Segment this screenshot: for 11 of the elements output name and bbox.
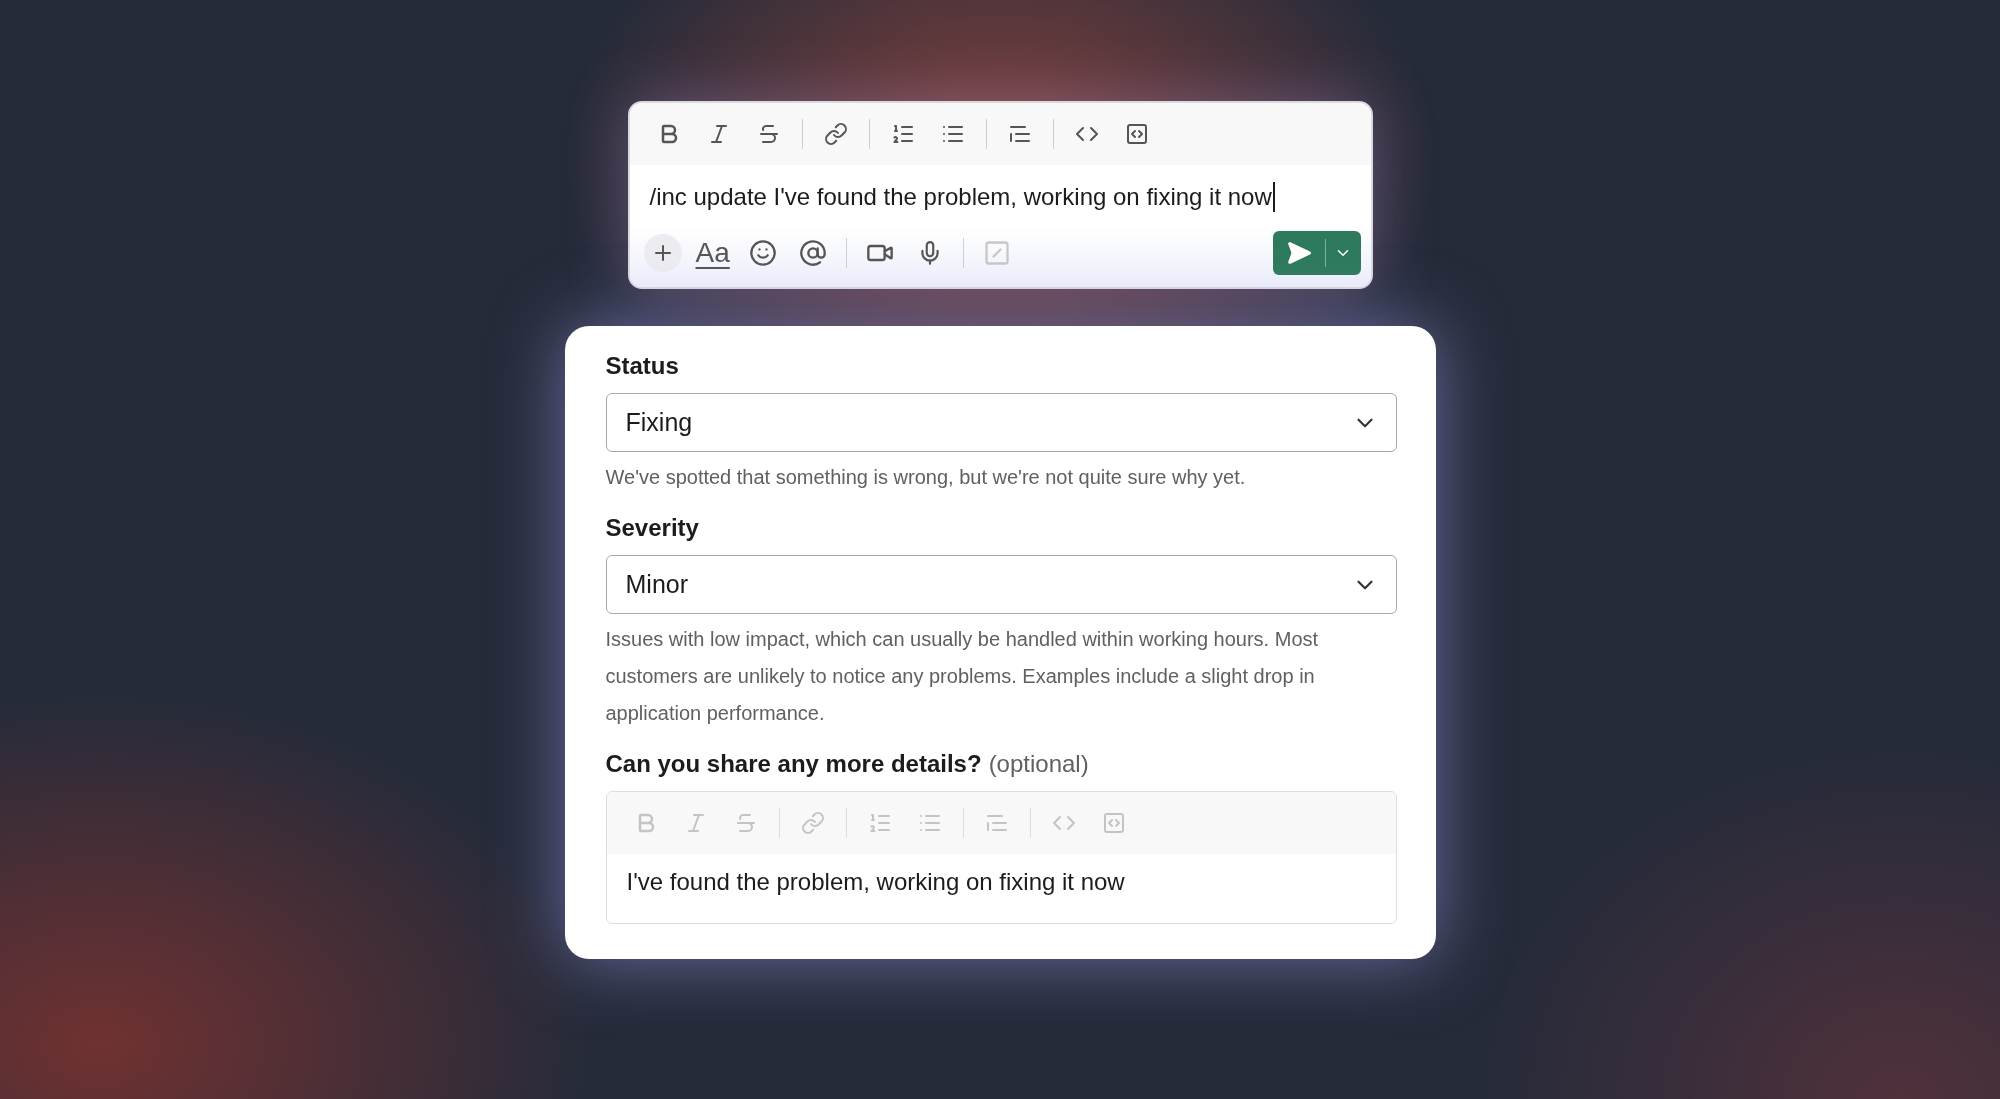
field-label: Severity (605, 514, 699, 542)
optional-hint: (optional) (988, 750, 1089, 778)
help-text: Issues with low impact, which can usually be handled within working hours. Most customers are unlikely to notice any problems. Examples include a slight drop in application performance. (605, 627, 1320, 726)
select-field[interactable]: Minor (605, 555, 1397, 614)
plus-icon[interactable] (643, 234, 682, 272)
help-text: We've spotted that something is wrong, but we're not quite sure why yet. (605, 465, 1247, 490)
formatting-button[interactable]: Aa (689, 232, 736, 274)
message-input[interactable]: /inc update I've found the problem, working on fixing it now (649, 183, 1272, 211)
field-label: Status (605, 352, 679, 380)
select-field[interactable]: Fixing (605, 393, 1397, 452)
field-label: Can you share any more details? (605, 750, 982, 778)
